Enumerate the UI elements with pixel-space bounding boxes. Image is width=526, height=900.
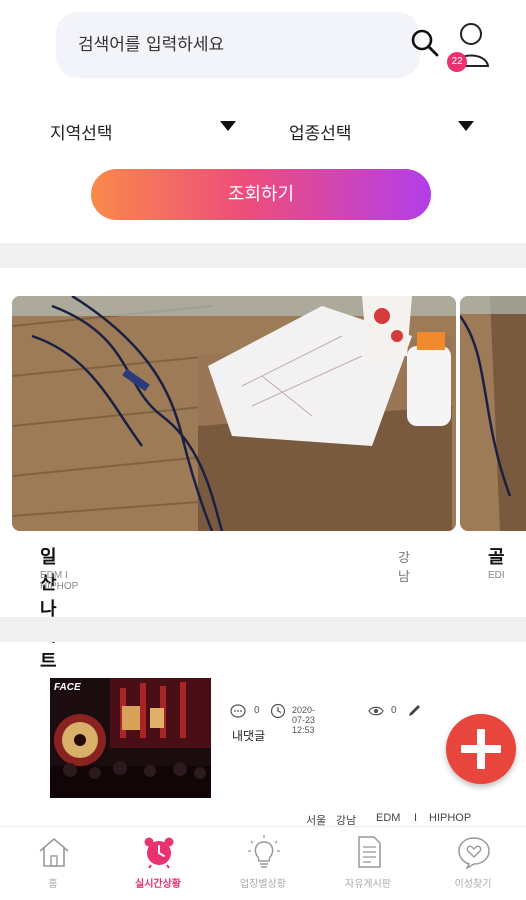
submit-search-button[interactable]: 조회하기: [91, 169, 431, 220]
venue-photo: [12, 296, 456, 531]
venue-genres: EDI: [488, 570, 505, 581]
tag-separator: I: [414, 812, 418, 824]
search-icon[interactable]: [410, 28, 440, 58]
header: 22: [0, 0, 526, 92]
document-icon: [358, 836, 381, 868]
venue-title: 골: [488, 547, 505, 568]
notification-badge: 22: [447, 52, 467, 72]
region-select-label: 지역선택: [50, 124, 113, 144]
home-icon: [39, 837, 69, 867]
business-type-select[interactable]: 업종선택: [289, 105, 479, 153]
comment-icon: [230, 704, 246, 718]
heart-bubble-icon: [458, 837, 490, 869]
section-divider: [0, 617, 526, 642]
business-type-select-label: 업종선택: [289, 124, 352, 144]
tag-genre: EDM: [376, 812, 401, 824]
nav-item-free-board[interactable]: 자유게시판: [318, 827, 418, 900]
nav-label: 실시간상황: [135, 879, 181, 890]
lightbulb-icon: [248, 835, 280, 868]
post-text: 내댓글: [232, 729, 266, 743]
section-divider: [0, 243, 526, 268]
face-logo-text: FACE: [54, 682, 81, 693]
venue-title: 일산 나이트: [40, 547, 57, 672]
caret-down-icon: [220, 121, 236, 131]
view-count: 0: [391, 705, 397, 716]
eye-icon: [368, 706, 384, 716]
nav-item-dating[interactable]: 이성찾기: [423, 827, 523, 900]
search-box[interactable]: [56, 12, 420, 78]
venue-genres: EDM I HIPHOP: [40, 570, 79, 592]
bottom-nav: 홈 실시간상황 업장별상황 자유게시판 이성찾기: [0, 826, 526, 900]
nav-label: 이성찾기: [454, 879, 492, 890]
venue-photo: [460, 296, 526, 531]
region-select[interactable]: 지역선택: [50, 105, 240, 153]
caret-down-icon: [458, 121, 474, 131]
nav-label: 홈: [48, 879, 58, 890]
search-input[interactable]: [78, 12, 398, 78]
pencil-icon[interactable]: [406, 703, 422, 719]
nav-item-venue-status[interactable]: 업장별상황: [213, 827, 313, 900]
venue-region: 강남: [398, 551, 410, 585]
post-thumbnail[interactable]: FACE: [50, 678, 211, 798]
nav-item-realtime[interactable]: 실시간상황: [108, 827, 208, 900]
clock-icon: [270, 703, 286, 719]
add-post-button[interactable]: [446, 714, 516, 784]
nav-label: 자유게시판: [345, 879, 391, 890]
nav-item-home[interactable]: 홈: [3, 827, 103, 900]
nav-label: 업장별상황: [240, 879, 286, 890]
post-datetime: 2020-07-23 12:53: [292, 705, 316, 735]
comment-count: 0: [254, 705, 260, 716]
tag-genre: HIPHOP: [429, 812, 472, 824]
alarm-clock-icon: [144, 837, 174, 869]
plus-icon: [461, 729, 501, 769]
